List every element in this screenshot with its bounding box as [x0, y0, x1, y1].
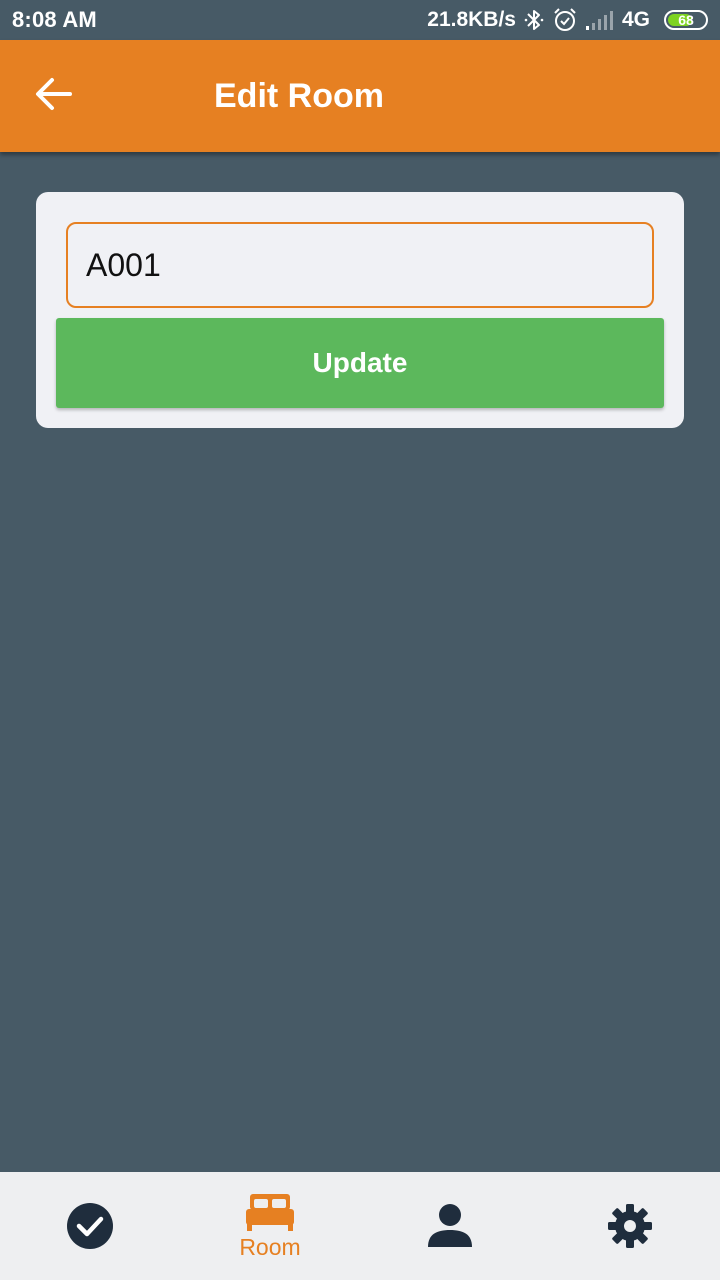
bluetooth-icon [524, 8, 544, 32]
nav-item-tasks[interactable] [0, 1172, 180, 1280]
battery-icon: 68 [664, 10, 708, 30]
nav-item-settings[interactable] [540, 1172, 720, 1280]
alarm-icon [552, 7, 578, 33]
network-type: 4G [621, 8, 650, 31]
nav-item-profile[interactable] [360, 1172, 540, 1280]
bed-icon [245, 1192, 295, 1232]
status-time: 8:08 AM [12, 7, 97, 32]
page-title: Edit Room [214, 77, 384, 115]
battery-level: 68 [678, 12, 694, 28]
status-icons: 21.8KB/s 4G 68 [427, 7, 708, 33]
nav-label-room: Room [239, 1234, 301, 1260]
arrow-left-icon [34, 76, 74, 117]
signal-icon [585, 9, 616, 31]
update-button[interactable]: Update [56, 318, 664, 408]
gear-icon [607, 1203, 653, 1249]
person-icon [427, 1203, 473, 1249]
app-bar: Edit Room [0, 40, 720, 152]
bottom-nav: Room [0, 1172, 720, 1280]
room-name-input[interactable] [68, 224, 652, 306]
check-circle-icon [66, 1202, 114, 1250]
edit-room-card: Update [36, 192, 684, 428]
network-speed: 21.8KB/s [427, 8, 516, 31]
nav-item-room[interactable]: Room [180, 1172, 360, 1280]
status-bar: 8:08 AM 21.8KB/s 4G 68 [0, 0, 720, 40]
room-name-field [66, 222, 654, 308]
back-button[interactable] [26, 68, 82, 124]
